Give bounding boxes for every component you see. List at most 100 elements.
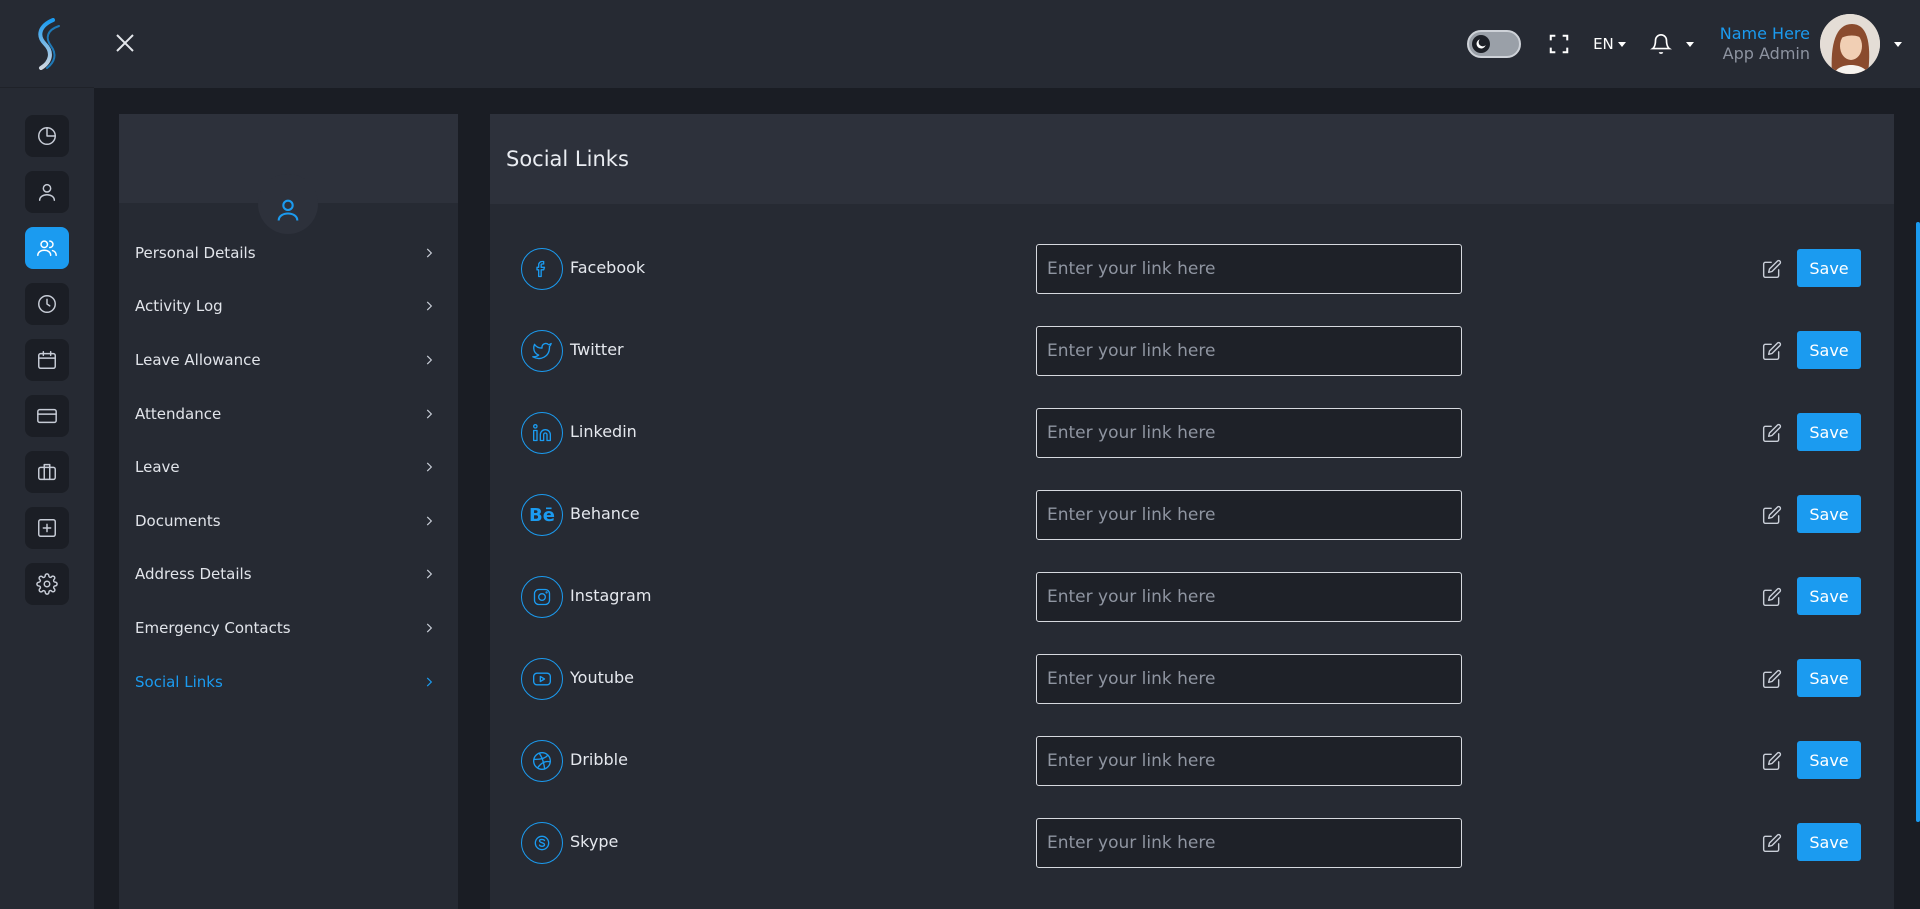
avatar[interactable] <box>1820 14 1880 74</box>
user-info[interactable]: Name Here App Admin <box>1720 24 1810 64</box>
nav-item-attendance[interactable]: Attendance <box>119 387 458 441</box>
behance-icon: Bē <box>521 494 563 536</box>
panel-title: Social Links <box>490 114 1894 204</box>
nav-item-leave[interactable]: Leave <box>119 440 458 494</box>
chevron-right-icon <box>426 248 433 258</box>
chevron-right-icon <box>426 462 433 472</box>
skype-icon <box>521 822 563 864</box>
notifications-button[interactable] <box>1649 33 1694 55</box>
save-button[interactable]: Save <box>1797 659 1861 697</box>
twitter-icon <box>521 330 563 372</box>
edit-icon[interactable] <box>1762 423 1784 445</box>
save-button[interactable]: Save <box>1797 331 1861 369</box>
social-label: Linkedin <box>570 422 637 441</box>
profile-nav-panel: Personal Details Activity Log Leave Allo… <box>119 114 458 909</box>
close-icon <box>116 34 134 52</box>
chevron-right-icon <box>426 301 433 311</box>
logo[interactable] <box>0 0 94 88</box>
social-label: Facebook <box>570 258 646 277</box>
chevron-right-icon <box>426 516 433 526</box>
social-label: Instagram <box>570 586 652 605</box>
rail-add[interactable] <box>25 507 69 549</box>
rail-profile[interactable] <box>25 171 69 213</box>
theme-toggle[interactable] <box>1467 30 1522 58</box>
user-icon <box>277 199 299 221</box>
nav-item-label: Personal Details <box>135 243 256 262</box>
linkedin-link-input[interactable] <box>1036 408 1462 458</box>
skype-link-input[interactable] <box>1036 818 1462 868</box>
gear-icon <box>36 573 58 595</box>
save-button[interactable]: Save <box>1797 741 1861 779</box>
social-label: Twitter <box>570 340 624 359</box>
edit-icon[interactable] <box>1762 505 1784 527</box>
save-button[interactable]: Save <box>1797 577 1861 615</box>
profile-avatar <box>258 174 318 234</box>
nav-item-address-details[interactable]: Address Details <box>119 548 458 602</box>
rail-settings[interactable] <box>25 563 69 605</box>
nav-item-label: Emergency Contacts <box>135 618 291 637</box>
nav-item-label: Documents <box>135 511 221 530</box>
behance-glyph: Bē <box>529 504 555 526</box>
scrollbar-thumb[interactable] <box>1916 222 1920 822</box>
credit-card-icon <box>37 408 57 424</box>
social-label: Youtube <box>570 668 634 687</box>
save-button[interactable]: Save <box>1797 413 1861 451</box>
nav-item-label: Leave <box>135 458 180 477</box>
edit-icon[interactable] <box>1762 341 1784 363</box>
social-row-skype: Skype Save <box>490 818 1894 900</box>
social-label: Dribble <box>570 750 628 769</box>
nav-item-personal-details[interactable]: Personal Details <box>119 226 458 280</box>
facebook-link-input[interactable] <box>1036 244 1462 294</box>
rail-jobs[interactable] <box>25 451 69 493</box>
social-label: Behance <box>570 504 640 523</box>
fullscreen-button[interactable] <box>1545 30 1573 58</box>
pie-chart-icon <box>38 127 56 145</box>
youtube-link-input[interactable] <box>1036 654 1462 704</box>
dribbble-link-input[interactable] <box>1036 736 1462 786</box>
social-row-behance: Bē Behance Save <box>490 490 1894 572</box>
save-button[interactable]: Save <box>1797 495 1861 533</box>
s-wave-logo-icon <box>38 17 60 70</box>
social-row-linkedin: Linkedin Save <box>490 408 1894 490</box>
rail-employees[interactable] <box>25 227 69 269</box>
social-links-panel: Social Links Facebook Save Twitter Save <box>490 114 1894 909</box>
close-sidebar-button[interactable] <box>110 28 140 58</box>
behance-link-input[interactable] <box>1036 490 1462 540</box>
social-label: Skype <box>570 832 619 851</box>
edit-icon[interactable] <box>1762 833 1784 855</box>
user-menu-chevron-icon[interactable] <box>1894 41 1902 47</box>
rail-payments[interactable] <box>25 395 69 437</box>
chevron-right-icon <box>426 569 433 579</box>
users-icon <box>37 240 57 257</box>
chevron-right-icon <box>426 355 433 365</box>
youtube-icon <box>521 658 563 700</box>
profile-nav-list: Personal Details Activity Log Leave Allo… <box>119 203 458 708</box>
user-name: Name Here <box>1719 24 1810 43</box>
twitter-link-input[interactable] <box>1036 326 1462 376</box>
user-role: App Admin <box>1722 44 1810 63</box>
edit-icon[interactable] <box>1762 259 1784 281</box>
rail-time[interactable] <box>25 283 69 325</box>
profile-nav-header <box>119 114 458 234</box>
edit-icon[interactable] <box>1762 587 1784 609</box>
nav-item-emergency-contacts[interactable]: Emergency Contacts <box>119 601 458 655</box>
nav-item-documents[interactable]: Documents <box>119 494 458 548</box>
chevron-right-icon <box>426 623 433 633</box>
save-button[interactable]: Save <box>1797 823 1861 861</box>
chevron-down-icon <box>1685 41 1694 47</box>
rail-dashboard[interactable] <box>25 115 69 157</box>
rail-calendar[interactable] <box>25 339 69 381</box>
nav-item-label: Activity Log <box>135 297 223 316</box>
moon-icon <box>1476 39 1486 49</box>
nav-item-activity-log[interactable]: Activity Log <box>119 280 458 334</box>
nav-item-label: Social Links <box>135 672 223 691</box>
edit-icon[interactable] <box>1762 669 1784 691</box>
nav-item-leave-allowance[interactable]: Leave Allowance <box>119 333 458 387</box>
nav-item-social-links[interactable]: Social Links <box>119 655 458 709</box>
instagram-link-input[interactable] <box>1036 572 1462 622</box>
user-icon <box>38 183 56 201</box>
language-selector[interactable]: EN <box>1593 35 1626 53</box>
save-button[interactable]: Save <box>1797 249 1861 287</box>
edit-icon[interactable] <box>1762 751 1784 773</box>
chevron-right-icon <box>426 409 433 419</box>
